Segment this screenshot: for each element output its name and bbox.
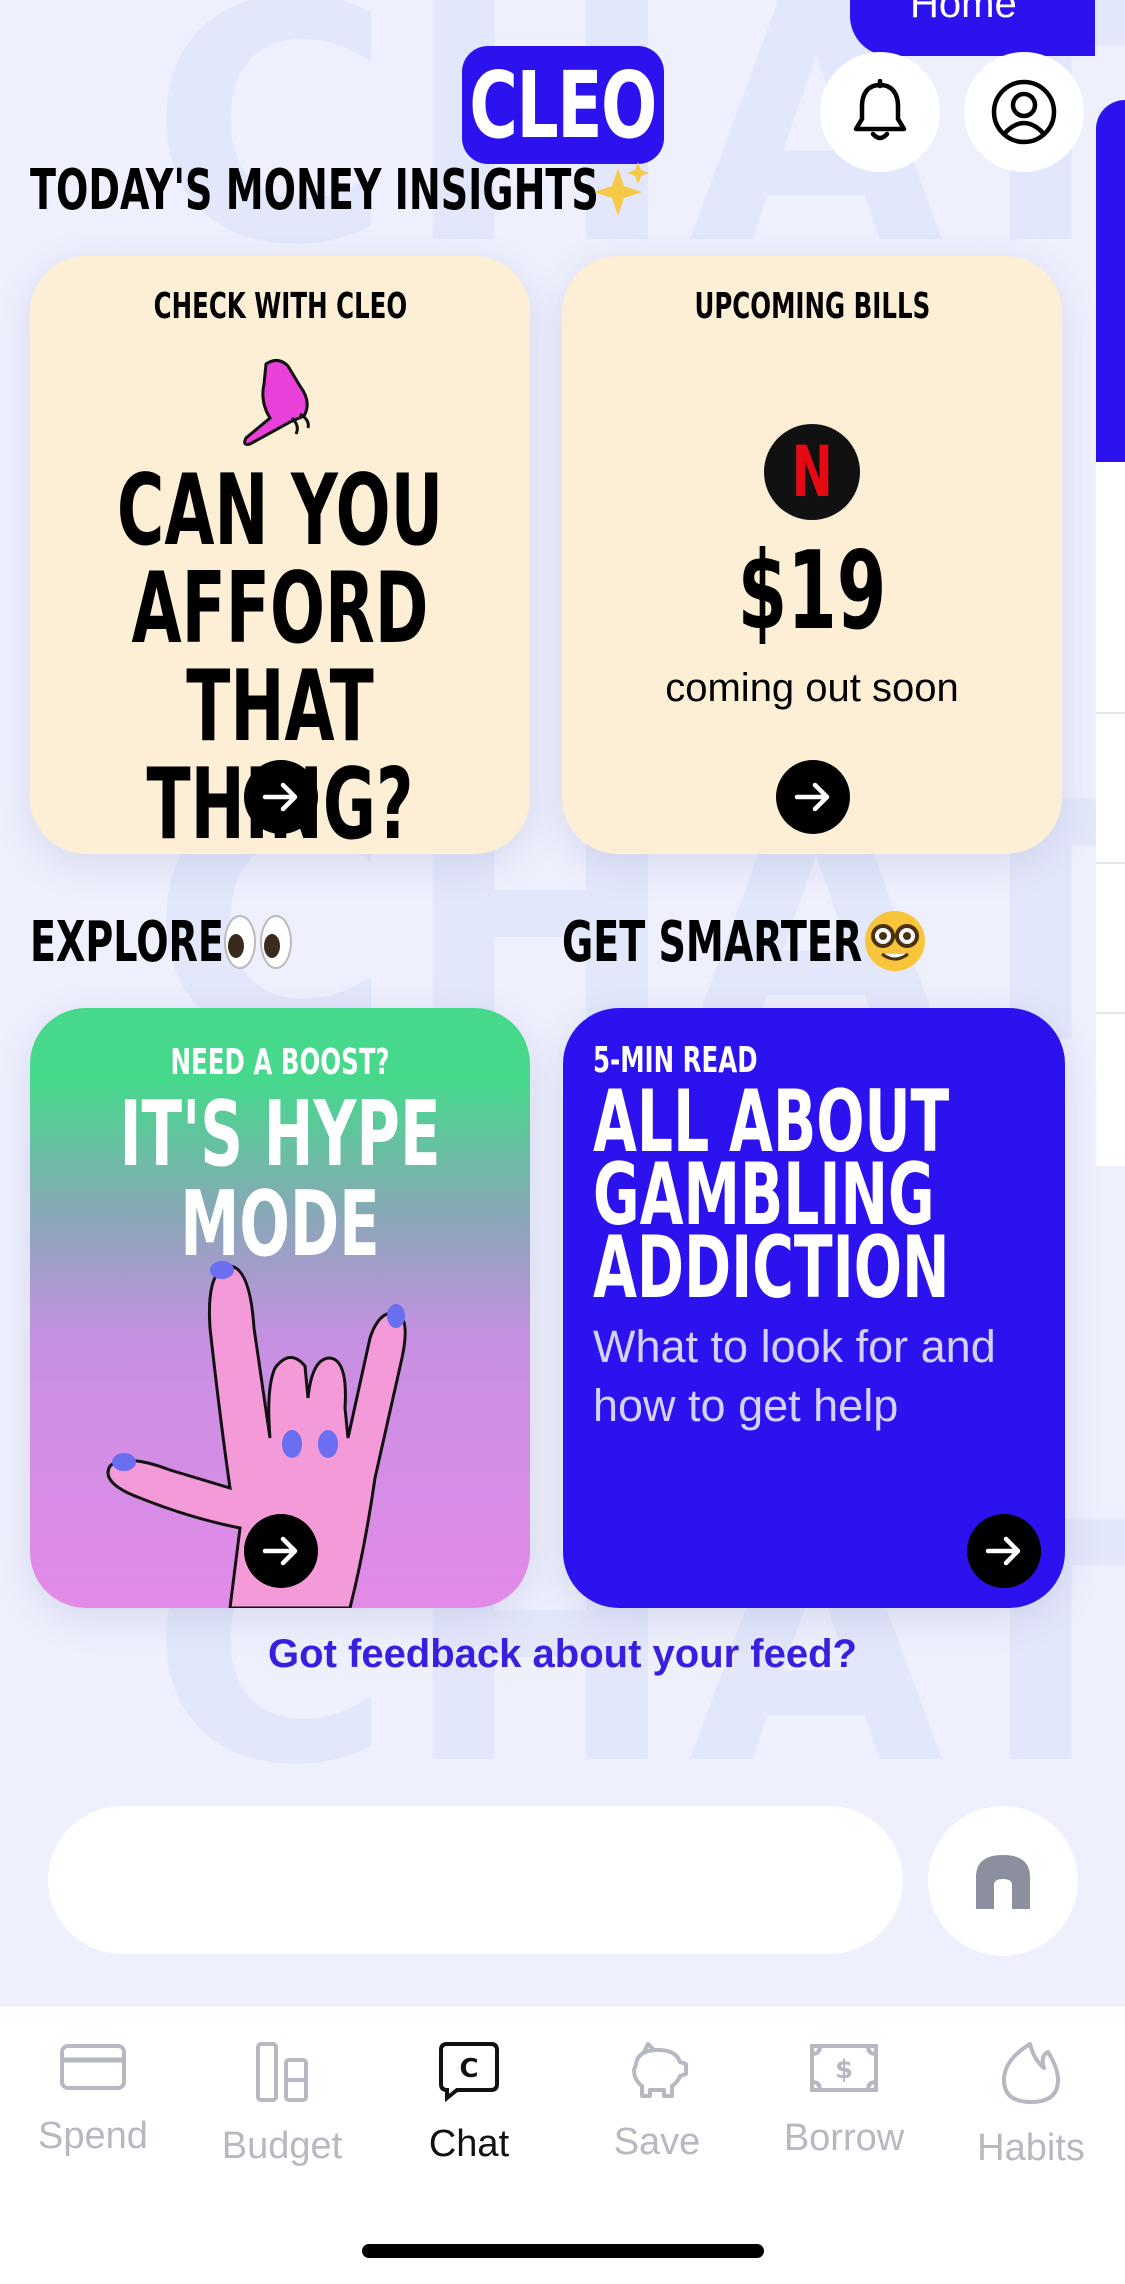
side-panel-peek bbox=[1096, 100, 1125, 1166]
tab-habits[interactable]: Habits bbox=[946, 2040, 1116, 2170]
smarter-section-title: GET SMARTER bbox=[562, 910, 863, 975]
notifications-button[interactable] bbox=[820, 52, 940, 172]
afford-arrow-button[interactable] bbox=[244, 760, 318, 834]
home-icon bbox=[976, 1855, 1030, 1909]
tab-spend[interactable]: Spend bbox=[8, 2040, 178, 2158]
bill-amount: $19 bbox=[737, 529, 887, 654]
tab-label: Spend bbox=[38, 2115, 148, 2157]
home-indicator bbox=[362, 2244, 764, 2258]
insights-section-title: TODAY'S MONEY INSIGHTS bbox=[30, 158, 599, 223]
profile-button[interactable] bbox=[964, 52, 1084, 172]
home-pill-label: Home bbox=[910, 0, 1017, 26]
tab-save[interactable]: Save bbox=[572, 2040, 742, 2164]
tab-label: Borrow bbox=[783, 2117, 905, 2159]
afford-card[interactable]: CHECK WITH CLEO CAN YOU AFFORD THAT THIN… bbox=[30, 256, 530, 854]
tab-label: Habits bbox=[977, 2127, 1085, 2169]
article-subtext: What to look for and how to get help bbox=[593, 1321, 996, 1431]
flame-icon bbox=[1002, 2042, 1060, 2104]
eyes-icon bbox=[222, 912, 294, 977]
home-button[interactable] bbox=[928, 1806, 1078, 1956]
article-headline: ALL ABOUT GAMBLING ADDICTION bbox=[593, 1072, 950, 1319]
arrow-right-icon bbox=[262, 1536, 298, 1566]
feedback-link[interactable]: Got feedback about your feed? bbox=[0, 1632, 1125, 1677]
piggy-bank-icon bbox=[632, 2042, 688, 2098]
pointing-hand-icon bbox=[243, 359, 310, 446]
budget-icon bbox=[256, 2042, 308, 2102]
user-icon bbox=[991, 79, 1057, 145]
tab-label: Save bbox=[613, 2121, 701, 2163]
home-pill-button[interactable]: Home bbox=[850, 0, 1095, 56]
arrow-right-icon bbox=[794, 782, 830, 812]
afford-card-label: CHECK WITH CLEO bbox=[153, 286, 407, 327]
upcoming-bills-card[interactable]: UPCOMING BILLS N $19 coming out soon bbox=[562, 256, 1062, 854]
tab-borrow[interactable]: $ Borrow bbox=[759, 2040, 929, 2160]
hype-mode-card[interactable]: NEED A BOOST? IT'S HYPE MODE bbox=[30, 1008, 530, 1608]
svg-text:$: $ bbox=[835, 2055, 853, 2085]
side-panel-accent bbox=[1096, 100, 1125, 462]
tab-label: Budget bbox=[221, 2125, 343, 2167]
bell-icon bbox=[853, 79, 907, 141]
hype-arrow-button[interactable] bbox=[244, 1514, 318, 1588]
bill-subtext: coming out soon bbox=[665, 666, 959, 710]
chat-icon: C bbox=[439, 2042, 499, 2103]
card-icon bbox=[60, 2044, 126, 2090]
chat-input[interactable] bbox=[48, 1806, 903, 1954]
cleo-logo: CLEO bbox=[462, 46, 664, 164]
gambling-article-card[interactable]: 5-MIN READ ALL ABOUT GAMBLING ADDICTION … bbox=[563, 1008, 1065, 1608]
arrow-right-icon bbox=[262, 782, 298, 812]
tab-chat[interactable]: C Chat bbox=[384, 2040, 554, 2166]
article-arrow-button[interactable] bbox=[967, 1514, 1041, 1588]
bills-arrow-button[interactable] bbox=[776, 760, 850, 834]
hype-headline: IT'S HYPE MODE bbox=[119, 1082, 441, 1277]
netflix-logo: N bbox=[764, 424, 860, 520]
tab-label: Chat bbox=[428, 2123, 510, 2165]
svg-text:C: C bbox=[459, 2054, 478, 2084]
hype-kicker: NEED A BOOST? bbox=[170, 1042, 390, 1083]
bottom-tab-bar: Spend Budget C Chat Save $ Borrow Habits bbox=[0, 2004, 1125, 2284]
logo-text: CLEO bbox=[469, 51, 658, 159]
bills-card-label: UPCOMING BILLS bbox=[694, 286, 930, 327]
sparkles-icon bbox=[588, 160, 652, 227]
cash-icon: $ bbox=[810, 2044, 878, 2092]
nerd-face-icon bbox=[862, 908, 928, 979]
arrow-right-icon bbox=[985, 1536, 1021, 1566]
tab-budget[interactable]: Budget bbox=[197, 2040, 367, 2168]
